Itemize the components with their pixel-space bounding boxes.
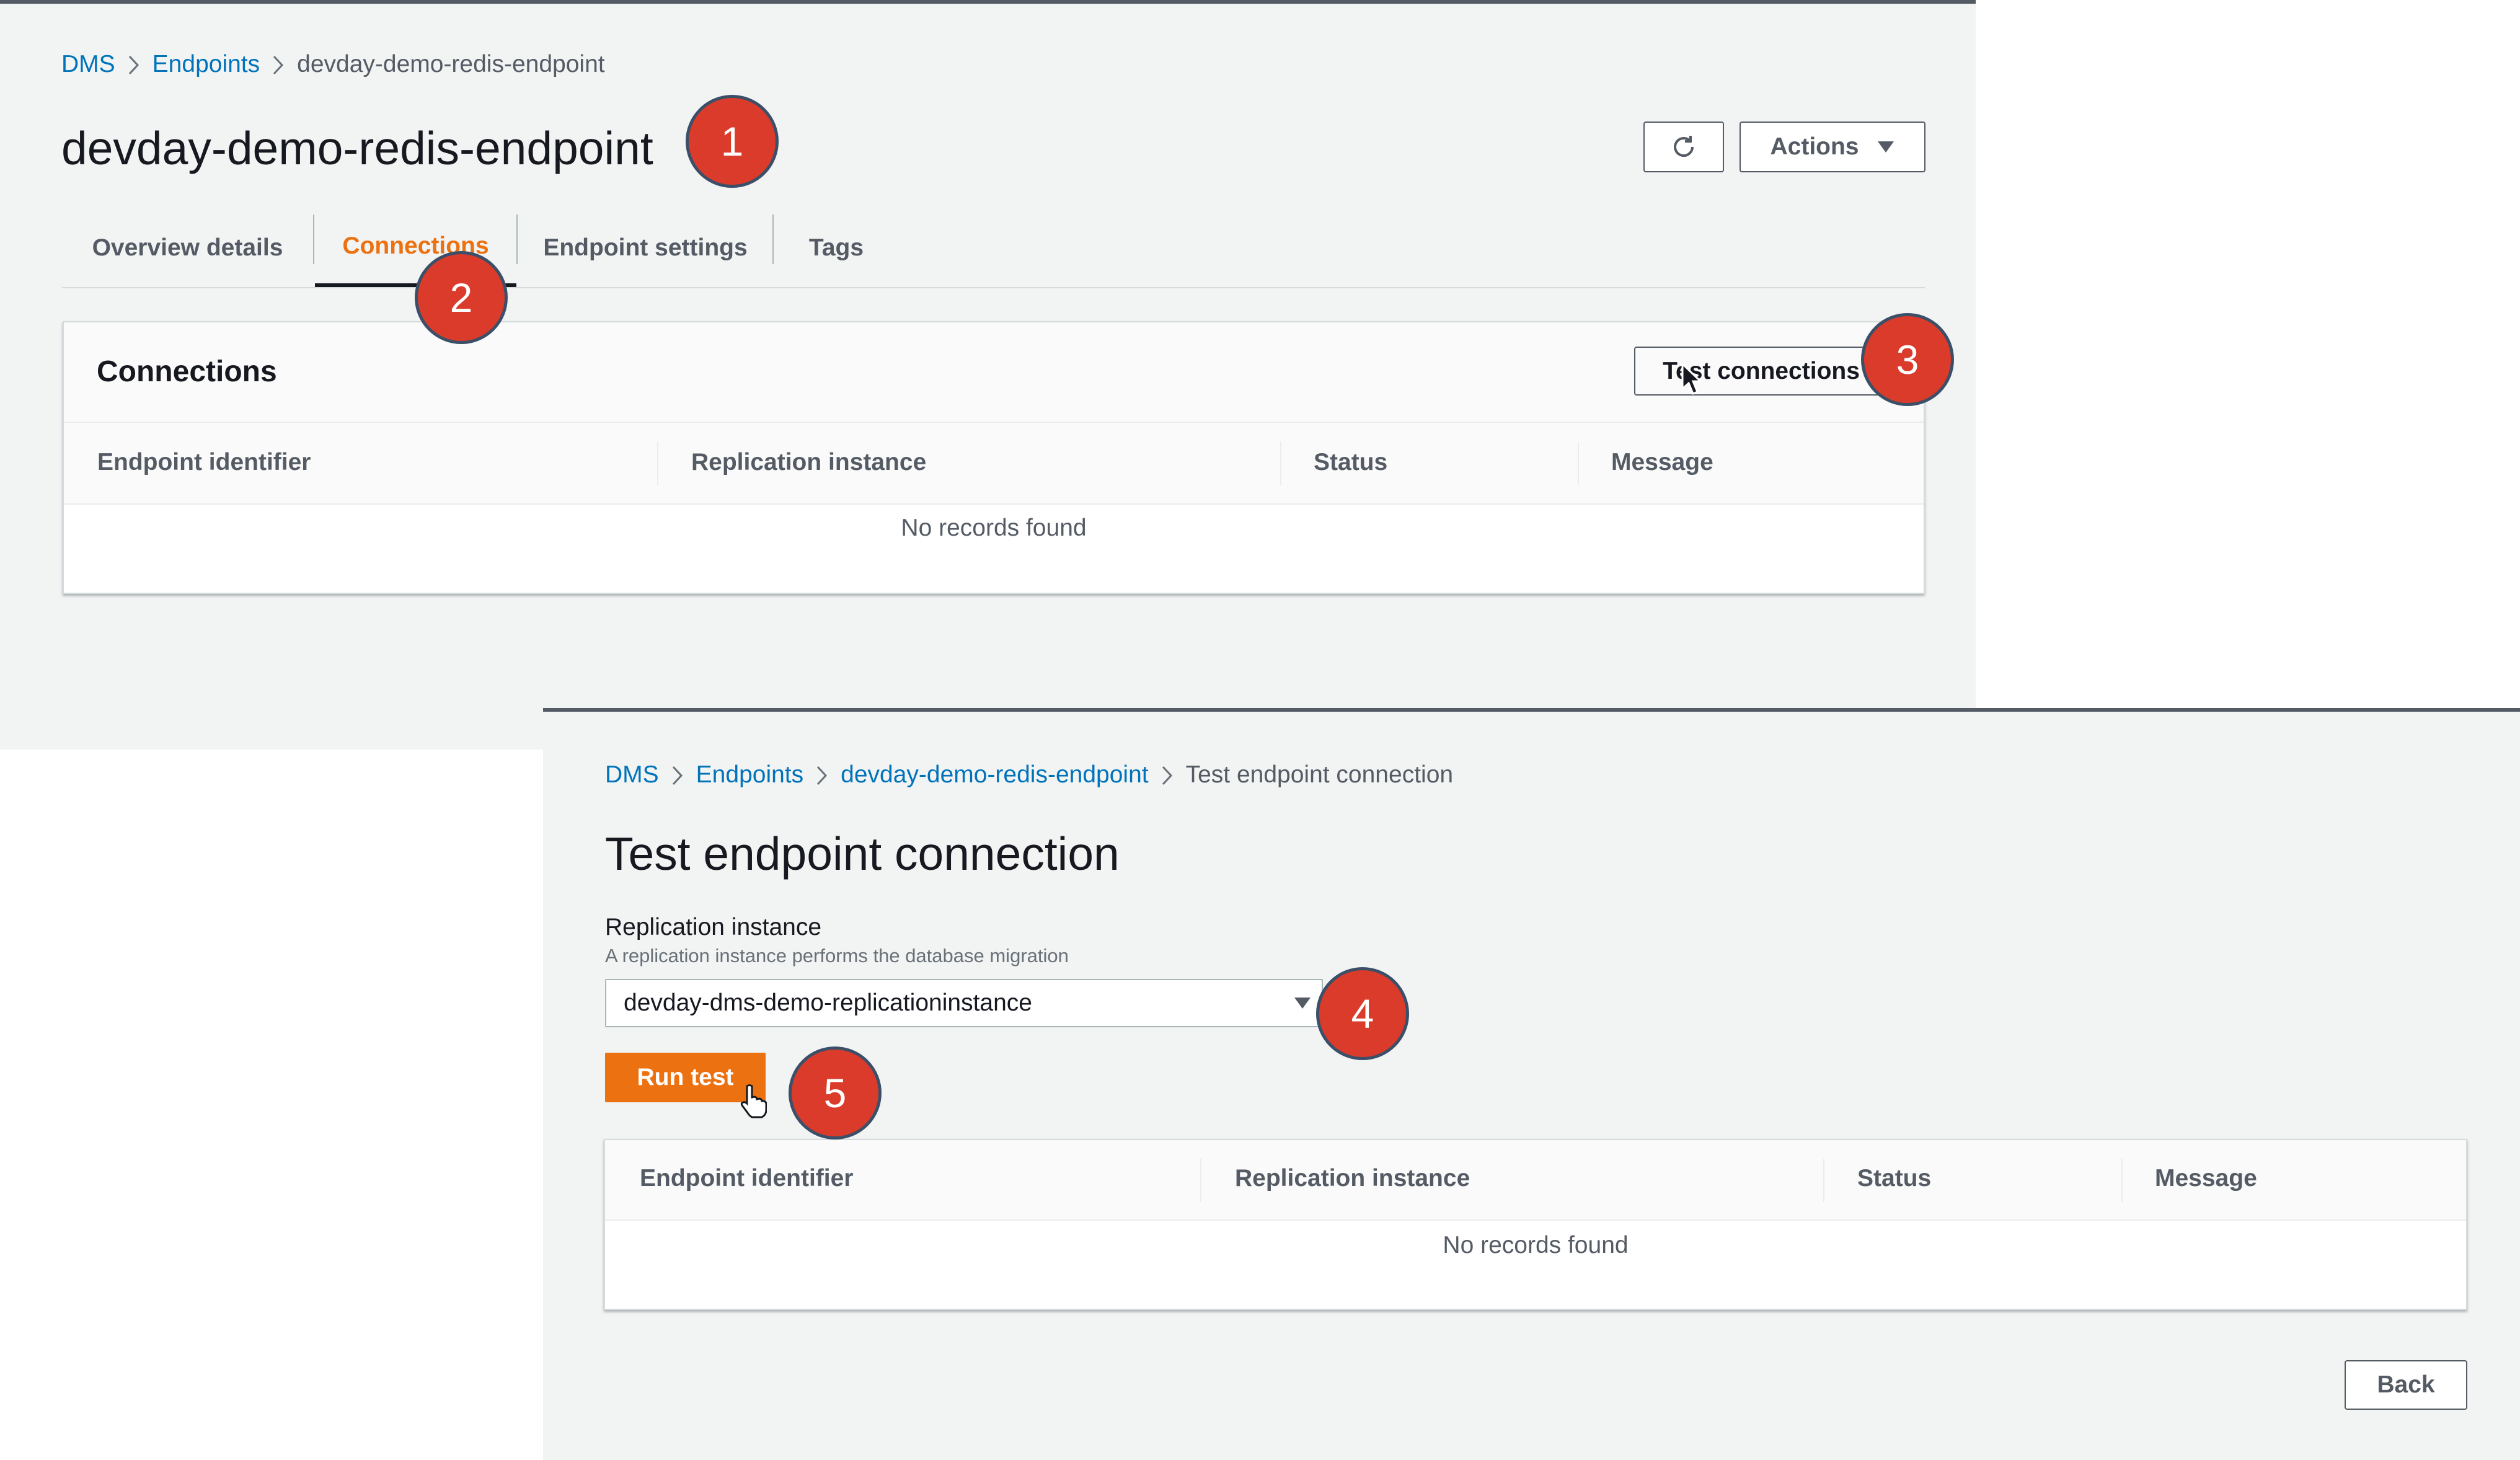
breadcrumb-endpoint[interactable]: devday-demo-redis-endpoint [841, 761, 1148, 789]
tab-divider [313, 215, 314, 264]
refresh-button[interactable] [1643, 122, 1724, 172]
column-divider [657, 441, 658, 485]
column-status[interactable]: Status [1857, 1165, 1931, 1192]
empty-state: No records found [901, 515, 1087, 541]
column-message[interactable]: Message [1611, 449, 1713, 476]
breadcrumb-endpoints[interactable]: Endpoints [153, 51, 260, 78]
tab-bar: Overview details Connections Endpoint se… [62, 208, 1925, 288]
step-badge-5: 5 [789, 1046, 882, 1139]
chevron-right-icon [659, 763, 696, 787]
step-badge-1: 1 [686, 95, 779, 188]
step-badge-2: 2 [415, 251, 508, 344]
results-table: Endpoint identifier Replication instance… [604, 1139, 2467, 1310]
breadcrumb-endpoints[interactable]: Endpoints [696, 761, 803, 789]
actions-button[interactable]: Actions [1740, 122, 1925, 172]
page-title: Test endpoint connection [605, 828, 1120, 880]
page-title: devday-demo-redis-endpoint [61, 122, 653, 174]
results-table-header: Endpoint identifier Replication instance… [605, 1140, 2466, 1221]
tab-overview-details[interactable]: Overview details [62, 208, 313, 287]
column-divider [1578, 441, 1579, 485]
connections-table-header: Endpoint identifier Replication instance… [64, 422, 1924, 505]
column-status[interactable]: Status [1314, 449, 1387, 476]
column-divider [1200, 1159, 1201, 1202]
replication-instance-select[interactable]: devday-dms-demo-replicationinstance [605, 979, 1323, 1027]
chevron-right-icon [115, 52, 153, 77]
pointer-cursor-icon [1681, 363, 1702, 395]
column-divider [1823, 1159, 1824, 1202]
column-endpoint-identifier[interactable]: Endpoint identifier [97, 449, 311, 476]
chevron-right-icon [803, 763, 841, 787]
tab-tags[interactable]: Tags [774, 208, 898, 287]
selected-instance: devday-dms-demo-replicationinstance [624, 989, 1032, 1016]
chevron-right-icon [1149, 763, 1186, 787]
connections-heading: Connections [97, 355, 277, 388]
breadcrumb-current: devday-demo-redis-endpoint [297, 51, 605, 77]
tab-endpoint-settings[interactable]: Endpoint settings [518, 208, 772, 287]
back-button[interactable]: Back [2345, 1360, 2467, 1410]
breadcrumb-dms[interactable]: DMS [61, 51, 115, 78]
column-divider [1280, 441, 1281, 485]
caret-down-icon [1294, 998, 1311, 1009]
breadcrumb-current: Test endpoint connection [1185, 761, 1454, 788]
breadcrumb-dms[interactable]: DMS [605, 761, 659, 789]
breadcrumb: DMS Endpoints devday-demo-redis-endpoint [61, 51, 605, 78]
column-endpoint-identifier[interactable]: Endpoint identifier [640, 1165, 853, 1192]
column-replication-instance[interactable]: Replication instance [1235, 1165, 1470, 1192]
empty-state: No records found [1443, 1232, 1629, 1259]
column-message[interactable]: Message [2155, 1165, 2257, 1192]
hand-cursor-icon [740, 1084, 767, 1118]
endpoint-details-panel: DMS Endpoints devday-demo-redis-endpoint… [0, 0, 1976, 750]
caret-down-icon [1877, 141, 1894, 153]
column-replication-instance[interactable]: Replication instance [691, 449, 926, 476]
refresh-icon [1674, 136, 1694, 157]
breadcrumb: DMS Endpoints devday-demo-redis-endpoint… [605, 761, 1453, 789]
test-connections-button[interactable]: Test connections [1634, 347, 1888, 396]
step-badge-3: 3 [1861, 313, 1954, 406]
step-badge-4: 4 [1316, 967, 1409, 1060]
replication-instance-label: Replication instance [605, 914, 822, 940]
tab-divider [772, 215, 774, 264]
tab-divider [516, 215, 518, 264]
chevron-right-icon [260, 52, 297, 77]
column-divider [2121, 1159, 2123, 1202]
actions-label: Actions [1770, 133, 1859, 160]
replication-instance-description: A replication instance performs the data… [605, 945, 1069, 967]
